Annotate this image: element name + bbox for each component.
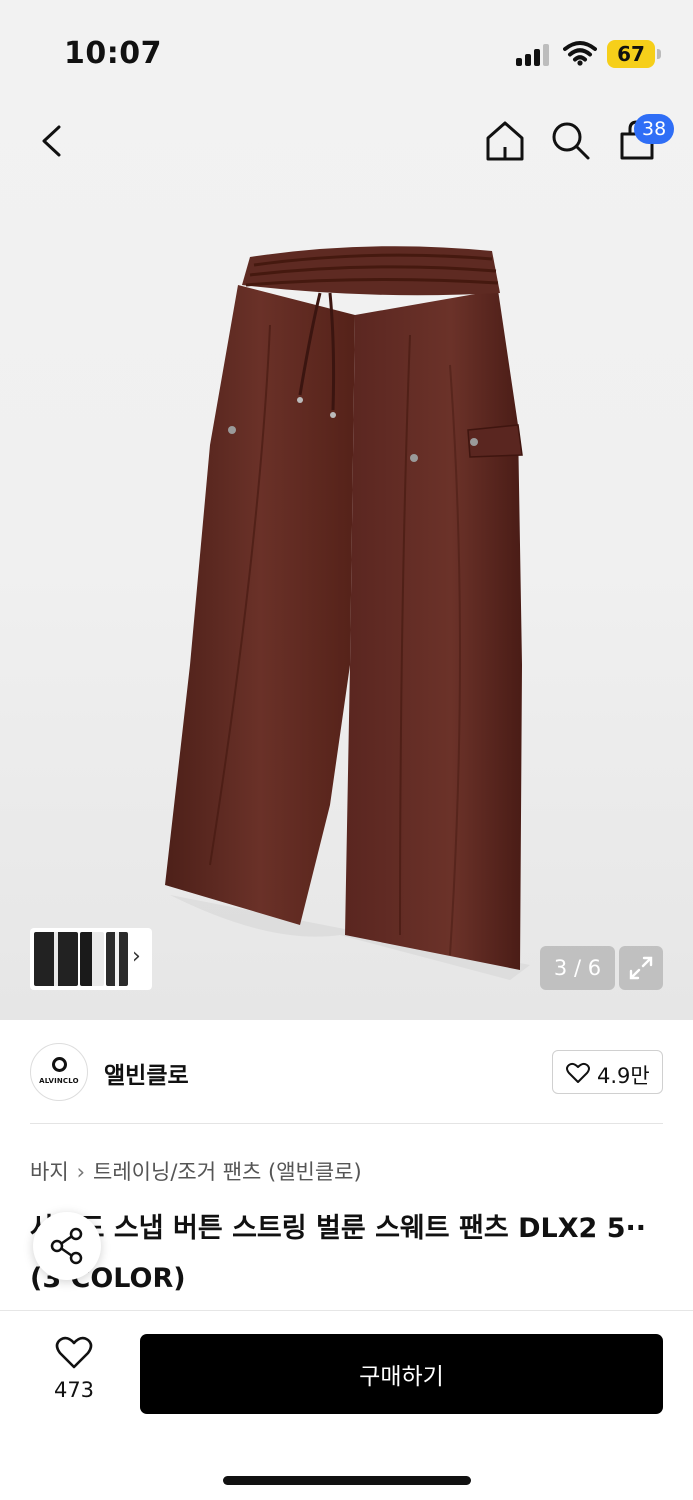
search-icon [552,122,590,160]
home-indicator [223,1476,471,1485]
status-bar: 10:07 67 [0,0,693,100]
breadcrumb-subcategory[interactable]: 트레이닝/조거 팬츠 (앨빈클로) [93,1160,362,1184]
cellular-signal-icon [516,44,552,66]
thumbnail-strip[interactable]: › [30,928,152,990]
product-image [165,246,530,980]
share-icon [50,1227,83,1265]
status-time: 10:07 [64,36,162,71]
thumbnail-dark [106,932,128,986]
image-counter: 3 / 6 [540,946,615,990]
expand-button[interactable] [619,946,663,990]
brand-like-button[interactable]: 4.9만 [552,1050,663,1094]
cart-count-badge: 38 [634,114,675,144]
chevron-right-icon: › [132,944,141,969]
search-button[interactable] [546,116,596,166]
breadcrumb-category[interactable]: 바지 [30,1160,69,1184]
home-button[interactable] [480,116,530,166]
share-button[interactable] [33,1212,101,1280]
heart-icon [566,1062,590,1083]
product-title: 사이드 스냅 버튼 스트링 벌룬 스웨트 팬츠 DLX2 5·· (3 COLO… [30,1213,646,1294]
brand-like-count: 4.9만 [597,1064,650,1088]
brand-logo-mark [52,1057,67,1072]
product-gallery[interactable]: 10:07 67 38 › 3 / 6 [0,0,693,1020]
brand-name[interactable]: 앨빈클로 [104,1056,189,1090]
thumbnail-mix [80,932,104,986]
wishlist-button[interactable]: 473 [44,1336,104,1412]
battery-indicator: 67 [607,40,655,68]
bottom-bar-divider [0,1310,693,1311]
brand-logo-text: ALVINCLO [39,1077,79,1085]
battery-tip [657,49,661,59]
brand-logo[interactable]: ALVINCLO [30,1043,88,1101]
back-button[interactable] [30,118,76,164]
wishlist-count: 473 [53,1378,95,1402]
home-icon [486,121,524,161]
back-icon [42,125,61,157]
thumbnail-black [34,932,78,986]
section-divider [30,1123,663,1124]
buy-button[interactable]: 구매하기 [140,1334,663,1414]
expand-icon [629,956,653,980]
heart-icon [55,1336,93,1369]
breadcrumb-separator-icon: › [76,1160,86,1184]
wifi-icon [563,41,597,66]
breadcrumb: 바지 › 트레이닝/조거 팬츠 (앨빈클로) [30,1156,362,1186]
